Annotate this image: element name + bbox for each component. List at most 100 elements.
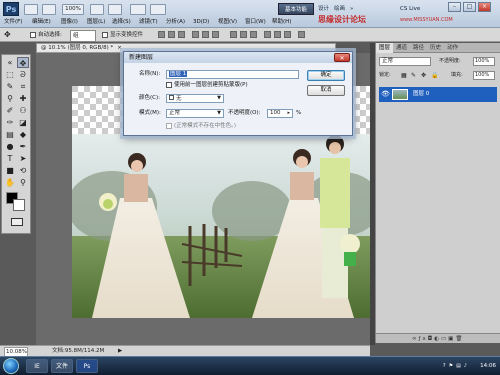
distribute-middle-icon[interactable] [240, 31, 247, 38]
tab-history[interactable]: 历史 [427, 43, 444, 53]
path-select-tool-icon[interactable]: ➤ [17, 153, 29, 164]
workspace-paint-link[interactable]: 绘画 [334, 4, 345, 14]
rotate-view-icon[interactable] [108, 4, 122, 15]
auto-align-icon[interactable] [298, 31, 305, 38]
start-button[interactable] [3, 358, 19, 374]
auto-select-checkbox[interactable] [30, 31, 36, 38]
tray-flag-icon[interactable]: ⚑ [449, 363, 456, 369]
menu-file[interactable]: 文件(F) [4, 18, 22, 27]
menu-view[interactable]: 视图(V) [218, 18, 237, 27]
blend-mode-dropdown[interactable]: 正常 [379, 57, 431, 66]
tab-layers[interactable]: 图层 [376, 43, 394, 53]
mini-bridge-icon[interactable] [42, 4, 56, 15]
screen-mode-icon[interactable] [150, 4, 166, 15]
background-color-swatch[interactable] [13, 199, 25, 211]
auto-select-option[interactable]: 自动选择: [30, 30, 62, 40]
3d-rotate-tool-icon[interactable]: ⟲ [17, 165, 29, 176]
lasso-tool-icon[interactable]: ᘐ [17, 69, 29, 80]
ok-button[interactable]: 确定 [307, 70, 345, 81]
align-left-icon[interactable] [192, 31, 199, 38]
align-top-icon[interactable] [158, 31, 165, 38]
crop-tool-icon[interactable]: ⌗ [17, 81, 29, 92]
quick-mask-icon[interactable] [11, 218, 23, 226]
hand-tool-icon[interactable]: ✋ [4, 177, 16, 188]
menu-edit[interactable]: 编辑(E) [32, 18, 51, 27]
layer-row[interactable]: 👁 图层 0 [379, 87, 497, 102]
close-window-button[interactable]: × [478, 2, 491, 12]
cs-live-button[interactable]: CS Live [400, 4, 420, 14]
adjustment-layer-icon[interactable]: ◐ [434, 336, 441, 342]
align-center-icon[interactable] [202, 31, 209, 38]
status-menu-arrow-icon[interactable]: ▶ [118, 346, 122, 356]
opacity-input[interactable]: 100 ▸ [267, 109, 293, 118]
clip-option[interactable]: 使用前一图层创建剪贴蒙版(P) [166, 81, 248, 90]
distribute-bottom-icon[interactable] [250, 31, 257, 38]
hand-tool-icon[interactable] [90, 4, 104, 15]
link-layers-icon[interactable]: ∞ [412, 336, 419, 342]
distribute-left-icon[interactable] [264, 31, 271, 38]
tab-actions[interactable]: 动作 [444, 43, 461, 53]
auto-select-dropdown[interactable]: 组 [70, 30, 96, 42]
cancel-button[interactable]: 取消 [307, 85, 345, 96]
history-brush-tool-icon[interactable]: ✑ [4, 117, 16, 128]
menu-analysis[interactable]: 分析(A) [166, 18, 185, 27]
fill-field[interactable]: 100% [473, 71, 495, 80]
minimize-button[interactable]: – [448, 2, 461, 12]
workspace-basic-button[interactable]: 基本功能 [278, 3, 314, 15]
gradient-tool-icon[interactable]: ▤ [4, 129, 16, 140]
delete-layer-icon[interactable]: 🗑 [455, 336, 464, 342]
blur-tool-icon[interactable]: ◆ [17, 129, 29, 140]
menu-filter[interactable]: 滤镜(T) [139, 18, 158, 27]
distribute-center-icon[interactable] [274, 31, 281, 38]
healing-brush-tool-icon[interactable]: ✚ [17, 93, 29, 104]
align-middle-icon[interactable] [168, 31, 175, 38]
menu-help[interactable]: 帮助(H) [272, 18, 291, 27]
visibility-eye-icon[interactable]: 👁 [381, 87, 390, 102]
move-tool-icon[interactable]: ✥ [17, 57, 29, 68]
eyedropper-tool-icon[interactable]: ⚲ [4, 93, 16, 104]
bridge-icon[interactable] [24, 4, 38, 15]
name-input[interactable]: 图层 1 [166, 70, 299, 79]
lock-image-icon[interactable]: ✎ [411, 71, 416, 80]
close-document-icon[interactable]: × [117, 45, 122, 51]
dialog-close-button[interactable]: ✕ [334, 53, 350, 62]
chevron-right-icon[interactable]: ▸ [287, 110, 290, 117]
clone-stamp-tool-icon[interactable]: ⚇ [17, 105, 29, 116]
taskbar-photoshop-button[interactable]: Ps [76, 359, 98, 373]
layer-name[interactable]: 图层 0 [413, 87, 429, 102]
taskbar-ie-button[interactable]: IE [26, 359, 48, 373]
taskbar-explorer-button[interactable]: 文件 [51, 359, 73, 373]
layer-opacity-field[interactable]: 100% [473, 57, 495, 66]
move-tool-icon[interactable]: ✥ [4, 30, 11, 40]
menu-layer[interactable]: 图层(L) [87, 18, 105, 27]
arrange-documents-icon[interactable] [130, 4, 146, 15]
distribute-right-icon[interactable] [284, 31, 291, 38]
status-document-size[interactable]: 文档:95.8M/114.2M [52, 346, 104, 356]
collapse-icon[interactable]: « [4, 57, 16, 68]
zoom-tool-icon[interactable]: ⚲ [17, 177, 29, 188]
type-tool-icon[interactable]: T [4, 153, 16, 164]
lock-transparent-icon[interactable]: ▦ [401, 71, 407, 80]
tray-volume-icon[interactable]: ♪ [464, 363, 470, 369]
quick-select-tool-icon[interactable]: ✎ [4, 81, 16, 92]
mode-dropdown[interactable]: 正常 ▼ [166, 109, 224, 118]
tab-paths[interactable]: 路径 [410, 43, 427, 53]
lock-position-icon[interactable]: ✥ [421, 71, 426, 80]
shape-tool-icon[interactable]: ■ [4, 165, 16, 176]
align-right-icon[interactable] [212, 31, 219, 38]
eraser-tool-icon[interactable]: ◪ [17, 117, 29, 128]
menu-3d[interactable]: 3D(D) [193, 18, 209, 27]
workspace-design-link[interactable]: 设计 [318, 4, 329, 14]
show-transform-checkbox[interactable] [102, 31, 108, 38]
show-transform-option[interactable]: 显示变换控件 [102, 30, 143, 40]
maximize-button[interactable]: □ [463, 2, 476, 12]
taskbar-clock[interactable]: 14:06 [480, 357, 496, 375]
pen-tool-icon[interactable]: ✒ [17, 141, 29, 152]
tab-channels[interactable]: 通道 [393, 43, 410, 53]
menu-image[interactable]: 图像(I) [61, 18, 78, 27]
dodge-tool-icon[interactable]: ● [4, 141, 16, 152]
menu-select[interactable]: 选择(S) [112, 18, 131, 27]
zoom-level-field[interactable]: 100% [62, 4, 84, 15]
align-bottom-icon[interactable] [178, 31, 185, 38]
marquee-tool-icon[interactable]: ⬚ [4, 69, 16, 80]
